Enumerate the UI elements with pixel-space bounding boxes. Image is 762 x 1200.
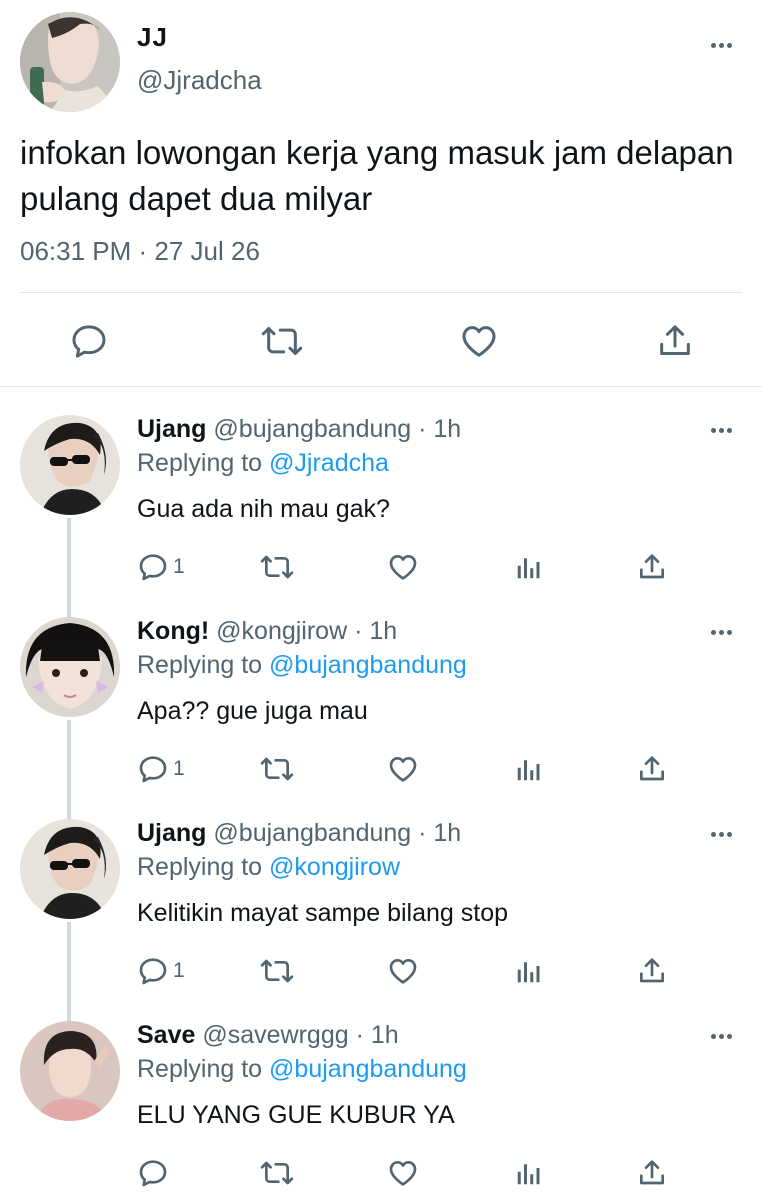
reply-text: ELU YANG GUE KUBUR YA xyxy=(137,1101,455,1129)
reply-button[interactable]: 1 xyxy=(137,549,185,585)
divider xyxy=(20,292,742,293)
more-options-icon[interactable] xyxy=(702,621,740,643)
reply-icon[interactable] xyxy=(137,955,169,987)
tweet-actions xyxy=(0,318,762,364)
replying-prefix: Replying to xyxy=(137,1055,263,1083)
reply-icon[interactable] xyxy=(137,1157,169,1189)
reply-button[interactable]: 1 xyxy=(137,751,185,787)
replying-to: Replying to @bujangbandung xyxy=(137,651,467,680)
reply-header: Ujang @bujangbandung · 1h xyxy=(137,415,461,444)
reply-button[interactable] xyxy=(137,1155,173,1191)
reply-icon[interactable] xyxy=(137,753,169,785)
reply-tweet: Ujang @bujangbandung · 1h Replying to @k… xyxy=(0,819,762,1021)
author-meta[interactable]: @kongjirow · 1h xyxy=(216,617,397,645)
share-icon[interactable] xyxy=(652,318,698,364)
reply-tweet: Save @savewrggg · 1h Replying to @bujang… xyxy=(0,1021,762,1200)
retweet-icon[interactable] xyxy=(259,318,305,364)
reply-actions xyxy=(0,1155,762,1191)
replying-prefix: Replying to xyxy=(137,449,263,477)
mention-link[interactable]: @bujangbandung xyxy=(269,1055,467,1083)
replying-to: Replying to @Jjradcha xyxy=(137,449,389,478)
like-icon[interactable] xyxy=(387,953,419,989)
author-name[interactable]: JJ xyxy=(137,22,168,53)
analytics-icon[interactable] xyxy=(514,953,544,989)
mention-link[interactable]: @kongjirow xyxy=(269,853,400,881)
replying-to: Replying to @kongjirow xyxy=(137,853,400,882)
retweet-icon[interactable] xyxy=(259,1155,295,1191)
reply-count: 1 xyxy=(173,959,185,982)
reply-actions: 1 xyxy=(0,953,762,989)
reply-header: Save @savewrggg · 1h xyxy=(137,1021,399,1050)
replying-to: Replying to @bujangbandung xyxy=(137,1055,467,1084)
like-icon[interactable] xyxy=(387,1155,419,1191)
replying-prefix: Replying to xyxy=(137,651,263,679)
replying-prefix: Replying to xyxy=(137,853,263,881)
analytics-icon[interactable] xyxy=(514,751,544,787)
more-options-icon[interactable] xyxy=(702,419,740,441)
mention-link[interactable]: @bujangbandung xyxy=(269,651,467,679)
reply-tweet: Kong! @kongjirow · 1h Replying to @bujan… xyxy=(0,617,762,819)
author-name[interactable]: Ujang xyxy=(137,819,206,847)
reply-header: Ujang @bujangbandung · 1h xyxy=(137,819,461,848)
retweet-icon[interactable] xyxy=(259,751,295,787)
reply-icon[interactable] xyxy=(137,551,169,583)
author-name[interactable]: Save xyxy=(137,1021,195,1049)
reply-tweet: Ujang @bujangbandung · 1h Replying to @J… xyxy=(0,415,762,617)
share-icon[interactable] xyxy=(636,1155,668,1191)
mention-link[interactable]: @Jjradcha xyxy=(269,449,389,477)
author-handle[interactable]: @Jjradcha xyxy=(137,65,262,96)
more-options-icon[interactable] xyxy=(702,1025,740,1047)
analytics-icon[interactable] xyxy=(514,549,544,585)
avatar[interactable] xyxy=(20,819,120,919)
retweet-icon[interactable] xyxy=(259,953,295,989)
author-name[interactable]: Kong! xyxy=(137,617,209,645)
reply-icon[interactable] xyxy=(66,318,112,364)
author-meta[interactable]: @savewrggg · 1h xyxy=(202,1021,398,1049)
reply-header: Kong! @kongjirow · 1h xyxy=(137,617,397,646)
avatar[interactable] xyxy=(20,12,120,112)
avatar[interactable] xyxy=(20,1021,120,1121)
share-icon[interactable] xyxy=(636,953,668,989)
more-options-icon[interactable] xyxy=(702,823,740,845)
reply-actions: 1 xyxy=(0,549,762,585)
like-icon[interactable] xyxy=(387,751,419,787)
reply-text: Kelitikin mayat sampe bilang stop xyxy=(137,899,509,927)
analytics-icon[interactable] xyxy=(514,1155,544,1191)
author-meta[interactable]: @bujangbandung · 1h xyxy=(213,415,461,443)
tweet-timestamp[interactable]: 06:31 PM · 27 Jul 26 xyxy=(20,236,260,267)
like-icon[interactable] xyxy=(387,549,419,585)
avatar[interactable] xyxy=(20,617,120,717)
more-options-icon[interactable] xyxy=(702,34,740,56)
tweet-text: infokan lowongan kerja yang masuk jam de… xyxy=(20,134,734,217)
avatar[interactable] xyxy=(20,415,120,515)
reply-count: 1 xyxy=(173,555,185,578)
main-tweet: JJ @Jjradcha infokan lowongan kerja yang… xyxy=(0,0,762,388)
reply-text: Apa?? gue juga mau xyxy=(137,697,368,725)
reply-button[interactable]: 1 xyxy=(137,953,185,989)
reply-text: Gua ada nih mau gak? xyxy=(137,495,390,523)
share-icon[interactable] xyxy=(636,751,668,787)
like-icon[interactable] xyxy=(456,318,502,364)
divider xyxy=(0,386,762,387)
author-meta[interactable]: @bujangbandung · 1h xyxy=(213,819,461,847)
retweet-icon[interactable] xyxy=(259,549,295,585)
reply-count: 1 xyxy=(173,757,185,780)
reply-actions: 1 xyxy=(0,751,762,787)
share-icon[interactable] xyxy=(636,549,668,585)
author-name[interactable]: Ujang xyxy=(137,415,206,443)
